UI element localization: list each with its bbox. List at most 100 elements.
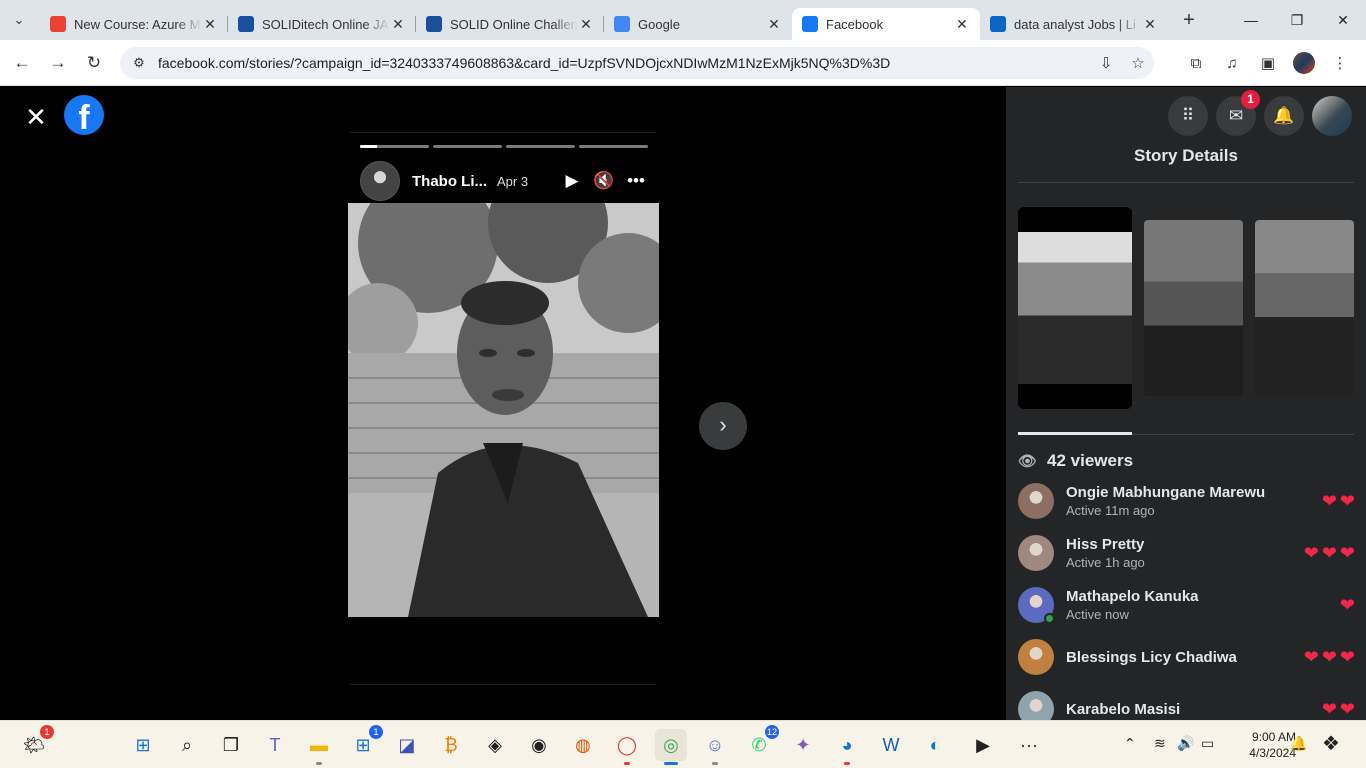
play-icon[interactable]: ▶ [556,171,588,191]
viewer-name[interactable]: Ongie Mabhungane Marewu [1066,484,1322,501]
media-control-icon[interactable]: ♫ [1214,48,1250,78]
tab-2[interactable]: SOLID Online Challen ✕ [416,8,604,40]
viewer-status: Active 11m ago [1066,503,1155,518]
tab-5[interactable]: data analyst Jobs | Li ✕ [980,8,1168,40]
install-app-icon[interactable]: ⇩ [1090,54,1122,72]
extensions-icon[interactable]: ⧉ [1178,48,1214,78]
close-tab-icon[interactable]: ✕ [1142,16,1158,33]
edge-icon[interactable]: ◐ [919,729,951,761]
viewer-avatar[interactable] [1018,483,1054,519]
heart-reaction-icon: ❤❤ [1321,490,1358,511]
close-story-icon[interactable]: ✕ [22,103,50,131]
mute-icon[interactable]: 🔇 [588,171,620,191]
viewer-row[interactable]: Mathapelo Kanuka Active now ❤ [1018,585,1358,625]
solid-icon [238,16,254,32]
opera-icon[interactable]: ◯ [611,729,643,765]
close-tab-icon[interactable]: ✕ [390,16,406,33]
author-name[interactable]: Thabo Li... [412,173,487,190]
tab-1[interactable]: SOLIDitech Online JA ✕ [228,8,416,40]
story-photo[interactable] [348,203,659,617]
teams-icon[interactable]: T [259,729,291,761]
close-window-icon[interactable]: ✕ [1320,0,1366,40]
browser-menu-icon[interactable]: ⋮ [1322,48,1358,78]
more-options-icon[interactable]: ••• [620,171,652,191]
tab-0[interactable]: New Course: Azure M ✕ [40,8,228,40]
chrome-icon[interactable]: ◎ [655,729,687,765]
url-text[interactable]: facebook.com/stories/?campaign_id=324033… [154,55,1090,71]
notification-bell-icon[interactable]: 🔔 [1290,735,1307,752]
heart-reaction-icon: ❤❤❤ [1303,542,1358,563]
figma-icon[interactable]: ◈ [479,729,511,761]
discord-icon[interactable]: ☺ [699,729,731,765]
viewer-name[interactable]: Blessings Licy Chadiwa [1066,649,1304,666]
tab-title: Facebook [826,16,884,32]
close-tab-icon[interactable]: ✕ [954,16,970,33]
start-icon[interactable]: ⊞ [127,729,159,761]
search-icon[interactable]: ⌕ [171,729,203,761]
reload-icon[interactable]: ↻ [76,53,112,73]
viewer-avatar[interactable] [1018,587,1055,624]
store-icon[interactable]: ⊞ 1 [347,725,383,761]
app-icon[interactable]: ◕ [831,729,863,765]
notifications-bell-icon[interactable]: 🔔 [1264,96,1304,136]
minimize-icon[interactable]: — [1228,0,1274,40]
online-indicator [1044,613,1055,624]
bitcoin-app-icon[interactable]: ₿ [435,729,467,761]
author-avatar[interactable] [360,161,400,201]
weather-badge: 1 [40,725,54,739]
story-thumbnail-2[interactable] [1144,220,1243,396]
new-tab-button[interactable]: + [1174,9,1204,32]
back-icon[interactable]: ← [4,53,40,73]
account-avatar[interactable] [1312,96,1352,136]
bookmark-star-icon[interactable]: ☆ [1122,54,1154,72]
firefox-icon[interactable]: ◍ [567,729,599,761]
viewer-row[interactable]: Blessings Licy Chadiwa ❤❤❤ [1018,637,1358,677]
viewer-row[interactable]: Karabelo Masisi ❤❤ [1018,689,1358,720]
viewer-row[interactable]: Ongie Mabhungane Marewu Active 11m ago ❤❤ [1018,481,1358,521]
tab-3[interactable]: Google ✕ [604,8,792,40]
next-story-button[interactable]: › [699,402,747,450]
media-player-icon[interactable]: ▶ [967,729,999,761]
tab-4[interactable]: Facebook ✕ [792,8,980,40]
viewer-avatar[interactable] [1018,691,1054,720]
battery-icon[interactable]: ▭ [1201,735,1214,752]
facebook-logo-icon[interactable]: f [64,95,104,135]
site-settings-icon[interactable]: ⚙ [124,55,154,71]
tab-title: New Course: Azure M [74,16,201,32]
forward-icon[interactable]: → [40,53,76,73]
volume-icon[interactable]: 🔊 [1177,735,1194,752]
weather-icon[interactable]: 🌤 1 [18,725,54,761]
menu-grid-icon[interactable]: ⠿ [1168,96,1208,136]
copilot-pre-icon[interactable]: ❖ [1322,731,1340,756]
app-icon[interactable]: ◪ [391,729,423,761]
restore-icon[interactable]: ❐ [1274,0,1320,40]
side-panel-icon[interactable]: ▣ [1250,48,1286,78]
viewer-name[interactable]: Hiss Pretty [1066,536,1304,553]
viewer-avatar[interactable] [1018,535,1054,571]
tab-search-button[interactable]: ⌄ [6,7,32,33]
file-explorer-icon[interactable]: ▬ [303,729,335,765]
viewer-name[interactable]: Karabelo Masisi [1066,701,1322,718]
word-icon[interactable]: W [875,729,907,761]
viewer-row[interactable]: Hiss Pretty Active 1h ago ❤❤❤ [1018,533,1358,573]
clock[interactable]: 9:00 AM 4/3/2024 [1249,729,1296,761]
tab-title: Google [638,16,680,32]
messenger-icon[interactable]: ✉ 1 [1216,90,1260,136]
story-thumbnail-3[interactable] [1255,220,1354,396]
story-thumbnail-current[interactable] [1018,207,1132,409]
task-view-icon[interactable]: ❐ [215,729,247,761]
copilot-icon[interactable]: ✦ [787,729,819,761]
github-icon[interactable]: ◉ [523,729,555,761]
profile-avatar[interactable] [1293,52,1315,74]
whatsapp-icon[interactable]: ✆ 12 [743,725,779,761]
tray-chevron-icon[interactable]: ⌃ [1124,735,1136,752]
viewer-avatar[interactable] [1018,639,1054,675]
close-tab-icon[interactable]: ✕ [766,16,782,33]
address-bar[interactable]: ⚙ facebook.com/stories/?campaign_id=3240… [120,47,1154,79]
close-tab-icon[interactable]: ✕ [202,16,218,33]
close-tab-icon[interactable]: ✕ [578,16,594,33]
more-apps-icon[interactable]: ··· [1013,729,1045,761]
clock-date: 4/3/2024 [1249,746,1296,760]
wifi-icon[interactable]: ≋ [1154,735,1166,752]
viewer-name[interactable]: Mathapelo Kanuka [1066,588,1340,605]
